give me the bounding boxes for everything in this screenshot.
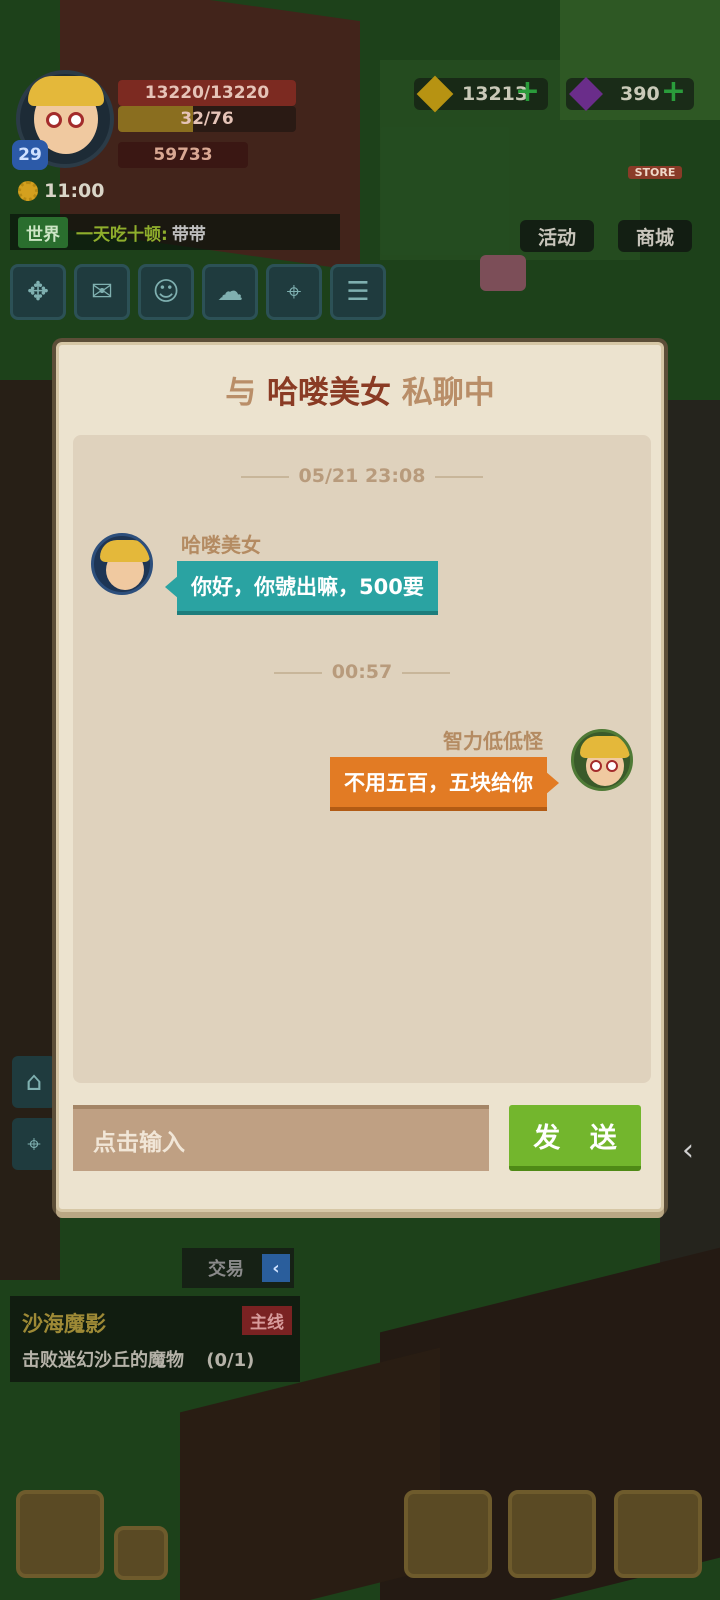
activity-button[interactable]: 活动 — [520, 220, 594, 252]
world-chat-speaker: 一天吃十顿: — [76, 224, 168, 245]
partner-avatar[interactable] — [91, 533, 153, 595]
pets-button[interactable] — [508, 1490, 596, 1578]
coin-counter[interactable]: 13213 + — [414, 74, 548, 113]
home-icon: ⌂ — [25, 1067, 43, 1097]
message-timestamp: 00:57 — [73, 661, 651, 683]
chevron-left-icon: ‹ — [682, 1132, 694, 1168]
exp-value: 32/76 — [180, 109, 234, 129]
quest-progress: (0/1) — [206, 1350, 255, 1371]
message-bubble: 你好，你號出嘛，500要 — [177, 561, 438, 615]
world-chat-tag: 世界 — [18, 216, 68, 248]
sun-icon — [18, 181, 38, 201]
hp-bar: 13220/13220 — [118, 80, 296, 106]
dialog-title: 与 哈喽美女 私聊中 — [59, 367, 661, 412]
backpack-button[interactable] — [614, 1490, 702, 1578]
message-text: 不用五百，五块给你 — [344, 771, 533, 795]
store-sign: STORE — [628, 166, 682, 179]
message-bubble: 不用五百，五块给你 — [330, 757, 547, 811]
chevron-left-icon: ‹ — [262, 1254, 290, 1282]
message-timestamp: 05/21 23:08 — [73, 465, 651, 487]
chat-input[interactable]: 点击输入 — [73, 1105, 489, 1171]
chat-button[interactable]: ☁ — [202, 264, 258, 320]
store-button[interactable]: 商城 — [618, 220, 692, 252]
world-chat-message: 带带 — [171, 224, 206, 245]
message-sender: 哈喽美女 — [181, 533, 261, 557]
expand-icon: ✥ — [27, 277, 49, 307]
store-label: 商城 — [635, 226, 674, 249]
time-text: 11:00 — [44, 180, 105, 202]
message-sender: 智力低低怪 — [443, 729, 543, 753]
gem-icon — [569, 77, 603, 111]
build-hammer-button[interactable] — [16, 1490, 104, 1578]
friends-button[interactable]: ☺ — [138, 264, 194, 320]
map-button[interactable]: ⌖ — [266, 264, 322, 320]
private-chat-dialog: 与 哈喽美女 私聊中 05/21 23:08 哈喽美女 你好，你號出嘛，500要… — [56, 342, 664, 1212]
send-button[interactable]: 发 送 — [509, 1105, 641, 1171]
quest-collapse[interactable]: 交易 ‹ — [182, 1248, 294, 1288]
side-arrow-button[interactable]: ‹ — [668, 1130, 708, 1170]
chat-message-area[interactable]: 05/21 23:08 哈喽美女 你好，你號出嘛，500要 00:57 智力低低… — [73, 435, 651, 1083]
character-button[interactable] — [404, 1490, 492, 1578]
game-clock: 11:00 — [18, 180, 104, 202]
world-chat-bar[interactable]: 世界 一天吃十顿: 带带 — [10, 214, 340, 250]
level-badge: 29 — [12, 140, 48, 170]
location-button[interactable]: ⌖ — [12, 1118, 56, 1170]
location-pin-icon: ⌖ — [27, 1130, 41, 1158]
chat-input-placeholder: 点击输入 — [93, 1130, 185, 1156]
map-icon: ⌖ — [286, 276, 302, 307]
quest-tag: 主线 — [242, 1306, 292, 1335]
mail-button[interactable]: ✉ — [74, 264, 130, 320]
gem-value: 390 — [620, 83, 660, 105]
mail-icon: ✉ — [91, 277, 113, 307]
exp-bar: 32/76 — [118, 106, 296, 132]
bubble-tail — [545, 771, 559, 795]
add-gems-icon[interactable]: + — [661, 74, 686, 109]
quest-panel[interactable]: 沙海魔影 主线 击败迷幻沙丘的魔物 (0/1) — [10, 1296, 300, 1382]
chat-partner-name: 哈喽美女 — [267, 375, 391, 411]
quest-collapse-label: 交易 — [208, 1259, 244, 1280]
power-value: 59733 — [153, 145, 213, 165]
notice-button[interactable]: ☰ — [330, 264, 386, 320]
gem-counter[interactable]: 390 + — [566, 74, 694, 111]
home-button[interactable]: ⌂ — [12, 1056, 56, 1108]
hp-value: 13220/13220 — [144, 83, 270, 103]
quest-description-text: 击败迷幻沙丘的魔物 — [22, 1350, 184, 1371]
friends-icon: ☺ — [152, 277, 180, 307]
power-bar: 59733 — [118, 142, 248, 168]
camera-button[interactable] — [114, 1526, 168, 1580]
message-text: 你好，你號出嘛，500要 — [191, 575, 424, 599]
coin-icon — [416, 75, 454, 113]
title-prefix: 与 — [225, 375, 257, 411]
expand-button[interactable]: ✥ — [10, 264, 66, 320]
my-avatar[interactable] — [571, 729, 633, 791]
quest-title: 沙海魔影 — [22, 1312, 106, 1336]
notice-icon: ☰ — [346, 277, 370, 307]
quest-description: 击败迷幻沙丘的魔物 (0/1) — [22, 1346, 254, 1372]
title-suffix: 私聊中 — [401, 375, 495, 411]
chat-icon: ☁ — [217, 277, 243, 307]
add-coins-icon[interactable]: + — [515, 74, 540, 109]
